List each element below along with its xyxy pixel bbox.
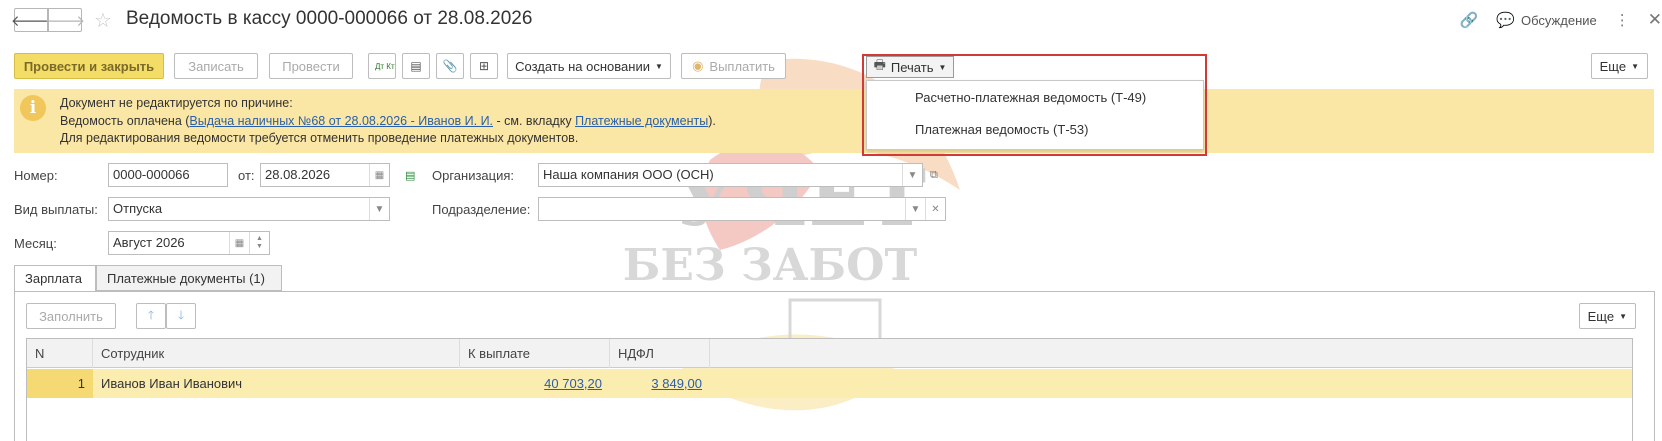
info-line-1: Документ не редактируется по причине: [60,96,293,110]
fill-button[interactable]: Заполнить [26,303,116,329]
move-down-button[interactable]: 🡓 [166,303,196,329]
to-pay-link[interactable]: 40 703,20 [544,376,602,391]
save-button[interactable]: Записать [174,53,258,79]
payment-type-field[interactable]: Отпуска ▼ [108,197,390,221]
org-value: Наша компания ООО (ОСН) [543,167,714,182]
more-vertical-icon[interactable]: ⋮ [1615,11,1630,29]
cash-issue-link[interactable]: Выдача наличных №68 от 28.08.2026 - Иван… [189,114,493,128]
post-button[interactable]: Провести [269,53,353,79]
column-header-ndfl[interactable]: НДФЛ [610,339,710,368]
number-label: Номер: [14,168,58,183]
column-header-to-pay[interactable]: К выплате [460,339,610,368]
discuss-label: Обсуждение [1521,12,1597,28]
date-label: от: [238,168,255,183]
pay-label: Выплатить [709,58,775,74]
link-icon[interactable]: 🔗 [1460,11,1479,29]
highlight-frame [862,54,1207,156]
tab-payment-documents[interactable]: Платежные документы (1) [96,265,282,291]
close-icon[interactable]: ✕ [1648,10,1662,30]
structure-button[interactable]: ⊞ [470,53,498,79]
info-line-2-prefix: Ведомость оплачена ( [60,114,190,128]
attach-button[interactable]: 📎 [436,53,464,79]
info-bar: i Документ не редактируется по причине: … [14,89,1654,153]
chevron-down-icon: ▼ [1619,311,1627,321]
column-header-n[interactable]: N [27,339,93,368]
table-more-label: Еще [1587,308,1615,324]
open-icon[interactable]: ⧉ [930,169,938,182]
info-icon: i [20,95,46,121]
create-based-on-button[interactable]: Создать на основании ▼ [507,53,671,79]
chevron-down-icon: ▼ [1631,61,1639,71]
watermark-line2: БЕЗ ЗАБОТ [623,240,918,291]
chat-icon: 💬 [1496,12,1515,29]
month-field[interactable]: Август 2026 ▦ ▲ ▼ [108,231,270,255]
table-row[interactable]: 1 Иванов Иван Иванович 40 703,20 3 849,0… [27,369,1632,398]
dt-kt-button[interactable]: Дт Кт [368,53,396,79]
document-icon: ▤ [410,59,422,73]
info-line-3: Для редактирования ведомости требуется о… [60,131,579,145]
spinner-icon[interactable]: ▲ ▼ [249,232,269,254]
back-button[interactable]: 🡐 [11,8,51,32]
more-label: Еще [1599,58,1627,74]
date-value: 28.08.2026 [265,167,331,182]
posted-status-icon[interactable]: ▤ [405,169,415,182]
payment-documents-link[interactable]: Платежные документы [575,114,708,128]
info-line-2: Ведомость оплачена (Выдача наличных №68 … [60,114,716,128]
create-based-on-label: Создать на основании [515,58,650,74]
department-label: Подразделение: [432,202,531,217]
paperclip-icon: 📎 [442,59,458,73]
pay-button[interactable]: ◉ Выплатить [681,53,786,79]
structure-icon: ⊞ [478,59,490,73]
payment-type-value: Отпуска [113,201,163,216]
org-label: Организация: [432,168,515,183]
arrow-right-icon: 🡒 [44,12,86,30]
toolbar: Провести и закрыть Записать Провести Дт … [14,53,1662,79]
cell-to-pay: 40 703,20 [460,369,610,398]
employees-table: N Сотрудник К выплате НДФЛ 1 Иванов Иван… [26,338,1633,441]
cell-ndfl: 3 849,00 [610,369,710,398]
payment-type-label: Вид выплаты: [14,202,98,217]
post-and-close-button[interactable]: Провести и закрыть [14,53,164,79]
page-title: Ведомость в кассу 0000-000066 от 28.08.2… [126,8,533,29]
calendar-icon[interactable]: ▦ [229,232,249,254]
table-header: N Сотрудник К выплате НДФЛ [27,339,1632,368]
title-row: 🡐 🡒 ☆ Ведомость в кассу 0000-000066 от 2… [11,4,1662,34]
arrow-down-icon: 🡓 [177,307,185,322]
report-button[interactable]: ▤ [402,53,430,79]
number-field[interactable]: 0000-000066 [108,163,228,187]
discuss-button[interactable]: 💬 Обсуждение [1496,11,1596,29]
column-header-employee[interactable]: Сотрудник [93,339,460,368]
date-field[interactable]: 28.08.2026 ▦ [260,163,390,187]
title-actions: 🔗 💬 Обсуждение ⋮ ✕ [1460,10,1662,30]
calendar-icon[interactable]: ▦ [369,164,389,186]
ndfl-link[interactable]: 3 849,00 [651,376,702,391]
chevron-down-icon[interactable]: ▼ [905,198,925,220]
more-button[interactable]: Еще ▼ [1590,53,1648,79]
forward-button[interactable]: 🡒 [44,8,86,32]
arrow-up-icon: 🡑 [147,307,155,322]
table-more-button[interactable]: Еще ▼ [1578,303,1636,329]
chevron-down-icon[interactable]: ▼ [369,198,389,220]
dt-kt-icon: Дт Кт [375,61,395,71]
department-field[interactable]: ▼ ✕ [538,197,946,221]
month-value: Август 2026 [113,235,185,250]
cell-n: 1 [27,369,93,398]
clear-icon[interactable]: ✕ [925,198,945,220]
chevron-down-icon: ▼ [654,61,663,71]
month-label: Месяц: [14,236,57,251]
org-field[interactable]: Наша компания ООО (ОСН) ▼ [538,163,923,187]
chevron-down-icon[interactable]: ▼ [902,164,922,186]
cell-employee: Иванов Иван Иванович [101,376,243,391]
coin-icon: ◉ [692,58,704,73]
move-up-button[interactable]: 🡑 [136,303,166,329]
tab-salary[interactable]: Зарплата [14,265,96,292]
star-icon[interactable]: ☆ [94,8,112,33]
info-line-2-middle: - см. вкладку [493,114,576,128]
info-line-2-suffix: ). [708,114,716,128]
